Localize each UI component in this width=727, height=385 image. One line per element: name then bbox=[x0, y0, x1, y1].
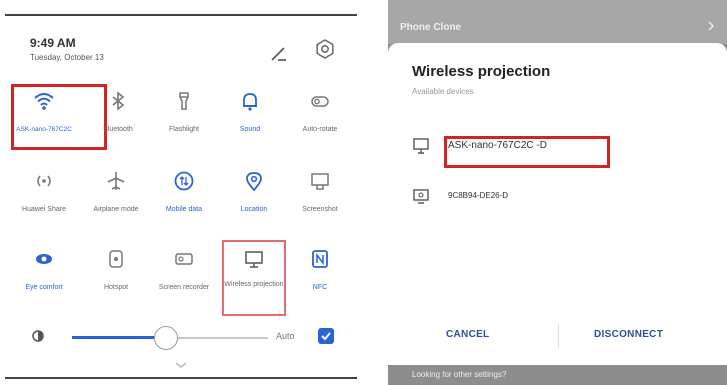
device-highlight-box bbox=[444, 136, 610, 168]
eye-comfort-icon bbox=[36, 254, 52, 264]
tile-label-mobile-data: Mobile data bbox=[165, 206, 203, 213]
settings-gear-icon[interactable] bbox=[314, 38, 336, 60]
brightness-slider-knob[interactable] bbox=[154, 326, 179, 350]
tile-screenshot[interactable]: Screenshot bbox=[288, 170, 352, 232]
chevron-right-icon[interactable] bbox=[706, 20, 716, 32]
other-settings-link[interactable]: Looking for other settings? bbox=[412, 370, 506, 379]
dimmed-header: Phone Clone bbox=[388, 0, 727, 44]
location-icon bbox=[246, 172, 262, 192]
tile-hotspot[interactable]: Hotspot bbox=[84, 248, 148, 310]
tile-auto-rotate[interactable]: Auto-rotate bbox=[288, 90, 352, 152]
cancel-button[interactable]: CANCEL bbox=[446, 329, 489, 340]
tile-label-auto-rotate: Auto-rotate bbox=[302, 126, 338, 133]
bottom-divider bbox=[5, 377, 357, 379]
tile-huawei-share[interactable]: Huawei Share bbox=[12, 170, 76, 232]
tile-screen-recorder[interactable]: Screen recorder bbox=[152, 248, 216, 310]
mobile-data-icon bbox=[174, 171, 194, 191]
tile-label-nfc: NFC bbox=[312, 284, 328, 291]
projection-dialog: Wireless projection Available devices AS… bbox=[388, 43, 727, 365]
huawei-share-icon bbox=[37, 175, 51, 187]
bluetooth-icon bbox=[112, 91, 125, 111]
edit-icon[interactable] bbox=[268, 42, 290, 64]
quick-settings-panel: 9:49 AM Tuesday, October 13 ASK-nano-767… bbox=[0, 0, 364, 385]
tile-flashlight[interactable]: Flashlight bbox=[152, 90, 216, 152]
bell-icon bbox=[243, 93, 257, 111]
tile-label-screen-recorder: Screen recorder bbox=[158, 284, 210, 291]
airplane-icon bbox=[107, 172, 125, 190]
tile-sound[interactable]: Sound bbox=[218, 90, 282, 152]
auto-brightness-label: Auto bbox=[276, 331, 295, 341]
brightness-icon bbox=[32, 330, 44, 342]
clock-date: Tuesday, October 13 bbox=[30, 53, 104, 62]
flashlight-icon bbox=[179, 92, 189, 110]
top-divider bbox=[5, 14, 357, 16]
tile-label-sound: Sound bbox=[239, 126, 261, 133]
brightness-slider-fill bbox=[72, 336, 167, 339]
tile-label-flashlight: Flashlight bbox=[169, 126, 199, 133]
tile-label-location: Location bbox=[240, 206, 268, 213]
tile-mobile-data[interactable]: Mobile data bbox=[152, 170, 216, 232]
screen-recorder-icon bbox=[175, 253, 193, 265]
tile-label-bluetooth: Bluetooth bbox=[103, 126, 133, 133]
button-divider bbox=[558, 324, 559, 348]
auto-rotate-icon bbox=[311, 96, 329, 107]
tile-eye-comfort[interactable]: Eye comfort bbox=[12, 248, 76, 310]
tile-airplane-mode[interactable]: Airplane mode bbox=[84, 170, 148, 232]
tile-label-airplane-mode: Airplane mode bbox=[93, 206, 139, 213]
tv-icon bbox=[413, 189, 429, 204]
tile-bluetooth[interactable]: Bluetooth bbox=[86, 90, 150, 152]
screenshot-icon bbox=[311, 173, 329, 190]
disconnect-button[interactable]: DISCONNECT bbox=[594, 329, 663, 340]
wireless-projection-screen: Phone Clone Wireless projection Availabl… bbox=[388, 0, 727, 385]
clock-time: 9:49 AM bbox=[30, 36, 76, 50]
header-title: Phone Clone bbox=[400, 22, 462, 33]
wireless-projection-highlight-box bbox=[222, 240, 286, 316]
chevron-down-icon[interactable] bbox=[174, 361, 188, 369]
tile-nfc[interactable]: NFC bbox=[288, 248, 352, 310]
tile-label-hotspot: Hotspot bbox=[103, 284, 129, 291]
tile-label-eye-comfort: Eye comfort bbox=[25, 284, 63, 291]
auto-brightness-checkbox[interactable] bbox=[318, 328, 334, 344]
nfc-icon bbox=[312, 250, 328, 268]
tile-location[interactable]: Location bbox=[222, 170, 286, 232]
device-item[interactable]: 9C8B94-DE26-D bbox=[412, 185, 702, 209]
dialog-subtitle: Available devices bbox=[412, 87, 474, 96]
device-name: 9C8B94-DE26-D bbox=[448, 191, 509, 200]
tile-label-screenshot: Screenshot bbox=[302, 206, 338, 213]
hotspot-icon bbox=[109, 250, 123, 268]
tile-label-huawei-share: Huawei Share bbox=[22, 206, 66, 213]
monitor-icon bbox=[413, 138, 429, 154]
dialog-title: Wireless projection bbox=[412, 63, 551, 80]
checkmark-icon bbox=[321, 332, 331, 341]
